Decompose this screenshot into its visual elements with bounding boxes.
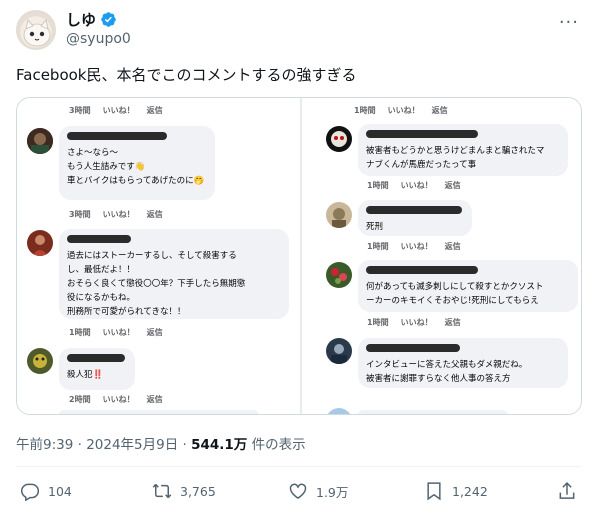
like-button[interactable]: 1.9万 [288,481,348,501]
commenter-avatar [326,262,352,288]
comment-bubble: 過去にはストーカーするし、そして殺害する し、最低だよ！！ おそらく良くて懲役〇… [59,229,289,319]
redacted-name [67,354,125,362]
tweet-media[interactable]: 3時間 いいね！ 返信 さよ～なら～ もう人生詰みです👋 車とバイクはもらってあ… [16,97,582,415]
author-avatar[interactable] [16,10,56,50]
cut-off-bubble [358,410,508,414]
comment-meta: 3時間 いいね！ 返信 [69,210,163,219]
timestamp-row: 午前9:39 · 2024年5月9日 · 544.1万 件の表示 [16,433,306,453]
commenter-avatar [326,202,352,228]
action-bar: 104 3,765 1.9万 1,242 [0,481,597,509]
share-button[interactable] [557,481,577,501]
retweet-icon [152,483,172,499]
tweet-text: Facebook民、本名でこのコメントするの強すぎる [16,66,357,84]
heart-icon [289,483,307,499]
comment-meta: 1時間 いいね！ 返信 [69,328,163,337]
comment-text: 被害者もどうかと思うけどまんまと騙されたマ ナブくんが馬鹿だったって事 [366,146,545,170]
retweet-count: 3,765 [180,483,216,499]
comment-bubble: 死刑 [358,200,472,236]
comment-text: インタビューに答えた父親もダメ親だね。 被害者に謝罪すらなく他人事の答え方 [366,360,528,384]
commenter-avatar [326,126,352,152]
comments-panel-right: 1時間 いいね！ 返信 被害者もどうかと思うけどまんまと騙されたマ ナブくんが馬… [302,98,581,414]
reply-icon [20,483,40,501]
comment-meta: 1時間 いいね！ 返信 [354,106,448,115]
bookmark-button[interactable]: 1,242 [424,481,488,501]
commenter-avatar [326,338,352,364]
commenter-avatar [326,408,352,414]
reply-button[interactable]: 104 [20,481,72,501]
comment-text: 何があっても滅多刺しにして殺すとかクソスト ーカーのキモイくそおやじ!死刑にして… [366,282,544,306]
separator [16,466,581,467]
comment-meta: 3時間 いいね！ 返信 [69,106,163,115]
redacted-name [366,344,460,352]
comment-bubble: 何があっても滅多刺しにして殺すとかクソスト ーカーのキモイくそおやじ!死刑にして… [358,260,578,312]
verified-badge-icon [101,12,116,27]
view-count: 544.1万 [191,437,248,453]
comment-text: 過去にはストーカーするし、そして殺害する し、最低だよ！！ おそらく良くて懲役〇… [67,251,246,317]
reply-count: 104 [48,483,72,499]
retweet-button[interactable]: 3,765 [152,481,216,501]
comment-bubble: インタビューに答えた父親もダメ親だね。 被害者に謝罪すらなく他人事の答え方 [358,338,568,388]
redacted-name [67,235,131,243]
like-count: 1.9万 [316,484,349,500]
author-handle[interactable]: @syupo0 [66,31,131,47]
comment-bubble: さよ～なら～ もう人生詰みです👋 車とバイクはもらってあげたのに🤭 [59,126,215,200]
author-name-text[interactable]: しゆ [66,9,96,30]
commenter-avatar [27,128,53,154]
comments-panel-left: 3時間 いいね！ 返信 さよ～なら～ もう人生詰みです👋 車とバイクはもらってあ… [17,98,300,414]
timestamp[interactable]: 午前9:39 · 2024年5月9日 · [16,437,191,453]
comment-meta: 1時間 いいね！ 返信 [367,318,461,327]
author-name[interactable]: しゆ [66,9,117,30]
cut-off-bubble [59,410,259,414]
redacted-name [366,206,462,214]
comment-text: さよ～なら～ もう人生詰みです👋 車とバイクはもらってあげたのに🤭 [67,148,205,186]
bookmark-icon [427,482,441,501]
comment-meta: 2時間 いいね！ 返信 [69,395,163,404]
comment-bubble: 殺人犯‼️ [59,348,135,390]
commenter-avatar [27,348,53,374]
bookmark-count: 1,242 [452,483,488,499]
comment-bubble: 被害者もどうかと思うけどまんまと騙されたマ ナブくんが馬鹿だったって事 [358,124,568,176]
comment-text: 死刑 [366,222,384,232]
redacted-name [366,266,478,274]
share-icon [559,482,575,499]
redacted-name [67,132,167,140]
comment-text: 殺人犯‼️ [67,370,104,380]
more-options-icon[interactable]: ··· [559,12,579,33]
views-label: 件の表示 [247,437,306,453]
redacted-name [366,130,478,138]
comment-meta: 1時間 いいね！ 返信 [367,181,461,190]
comment-meta: 1時間 いいね！ 返信 [367,242,461,251]
commenter-avatar [27,230,53,256]
